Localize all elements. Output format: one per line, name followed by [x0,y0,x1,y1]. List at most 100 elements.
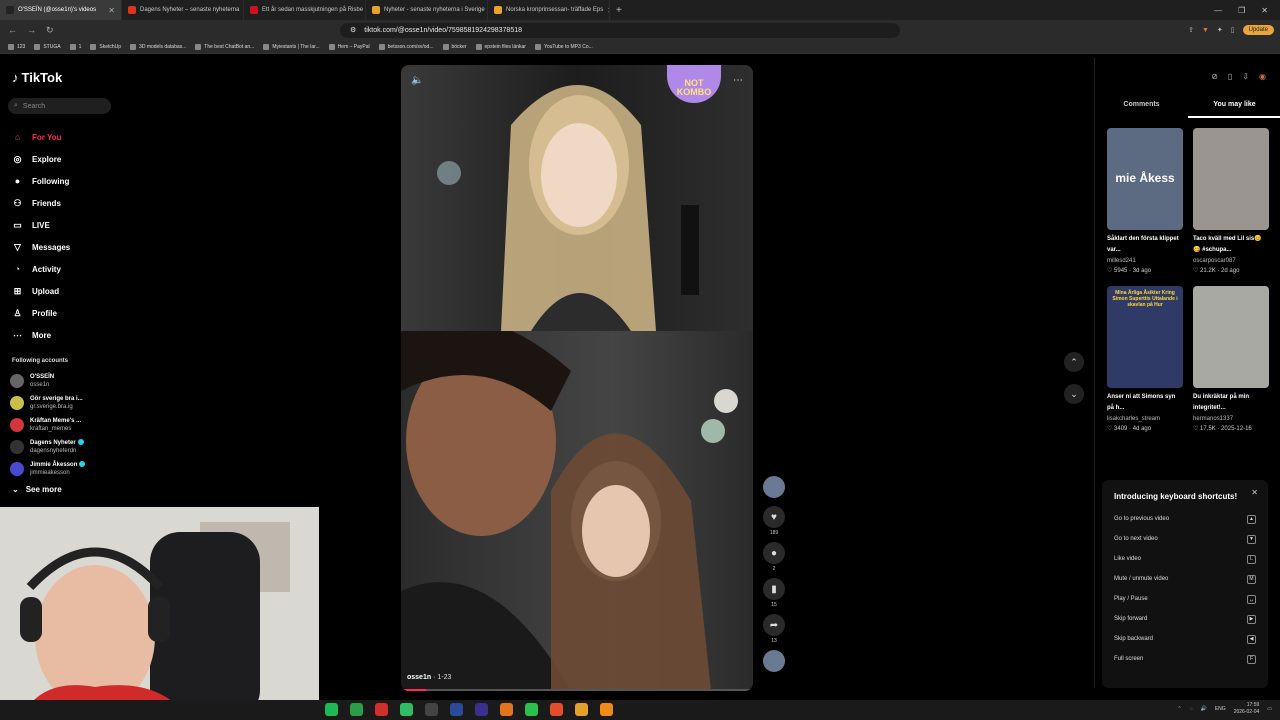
reload-icon[interactable]: ↻ [46,25,54,36]
back-icon[interactable]: ← [8,25,17,36]
nav-item-activity[interactable]: ◔ Activity [12,258,122,280]
bookmark-item[interactable]: STUGA [34,43,61,50]
nav-item-following[interactable]: ● Following [12,170,122,192]
comment-action[interactable]: ● 2 [760,542,788,572]
tab-comments[interactable]: Comments [1095,98,1188,118]
extensions-icon[interactable]: ✦ [1217,26,1223,34]
chrome-icon[interactable] [375,703,388,716]
folder-icon[interactable] [500,703,513,716]
bookmark-item[interactable]: 3D models databas... [130,43,186,50]
video-user[interactable]: millesd241 [1107,256,1183,266]
nav-item-profile[interactable]: ♙ Profile [12,302,122,324]
nav-item-live[interactable]: ▭ LIVE [12,214,122,236]
video-thumbnail[interactable]: Mina Ärliga Åsikter Kring Simon Supertti… [1107,286,1183,388]
tab-close-icon[interactable]: ✕ [108,6,115,15]
bookmark-item[interactable]: The best ChatBot an... [195,43,254,50]
video-thumbnail[interactable] [1193,286,1269,388]
bottom-avatar[interactable] [760,650,788,672]
bookmark-item[interactable]: Hem – PayPal [328,43,370,50]
photoshop-icon[interactable] [450,703,463,716]
browser-tab[interactable]: Ett år sedan masskjutningen på Risbe✕ [244,0,366,20]
bookmark-item[interactable]: YouTube to MP3 Co... [534,43,593,50]
heart-icon[interactable]: ♥ [763,506,785,528]
following-account[interactable]: Gör sverige bra i... gr.sverige.bra.ig [10,392,125,414]
no-entry-icon[interactable]: ⊘ [1211,72,1218,81]
share-action[interactable]: ➦ 13 [760,614,788,644]
video-author[interactable]: osse1n [407,674,431,681]
premiere-icon[interactable] [475,703,488,716]
see-more-button[interactable]: ⌄ See more [12,485,62,494]
volume-icon[interactable]: 🔈 [411,75,423,86]
speaker-icon[interactable]: 🔊 [1201,706,1207,712]
nav-item-messages[interactable]: ▽ Messages [12,236,122,258]
close-icon[interactable]: ✕ [1251,488,1258,497]
following-account[interactable]: Kräftan Meme's ... kraftan_memes [10,414,125,436]
video-user[interactable]: oscarposcar087 [1193,256,1269,266]
notifications-icon[interactable]: ▭ [1267,706,1272,712]
recommended-video-card[interactable]: mie Åkess Såklart den första klippet var.… [1107,128,1183,276]
nav-item-explore[interactable]: ◎ Explore [12,148,122,170]
video-user[interactable]: lisakcharles_stream [1107,414,1183,424]
brave-shield-icon[interactable]: ▼ [1202,27,1209,34]
wifi-icon[interactable]: ◌ [1190,706,1193,712]
language-indicator[interactable]: ENG [1215,706,1226,712]
vlc-icon[interactable] [600,703,613,716]
video-player[interactable]: NOT KOMBO 🔈 ⋯ osse1n · 1-23 [401,65,753,691]
video-user[interactable]: hermanos1337 [1193,414,1269,424]
tray-arrow-icon[interactable]: ⌃ [1177,706,1181,712]
user-avatar[interactable]: ◉ [1259,72,1266,81]
recommended-video-card[interactable]: Du inkräktar på min integritet!... herman… [1193,286,1269,434]
maximize-icon[interactable]: ❐ [1238,6,1245,15]
sidebar-icon[interactable]: ▯ [1231,26,1235,34]
following-account[interactable]: Dagens Nyheter dagensnyheterdn [10,436,125,458]
forward-icon[interactable]: → [27,25,36,36]
bookmark-item[interactable]: SketchUp [90,43,121,50]
bookmark-item[interactable]: 123 [8,43,25,50]
share-page-icon[interactable]: ⇪ [1188,26,1194,34]
more-options-icon[interactable]: ⋯ [733,75,743,86]
sheets-icon[interactable] [525,703,538,716]
clock[interactable]: 17:59 2026-02-04 [1234,702,1260,716]
nav-item-more[interactable]: ⋯ More [12,324,122,346]
previous-video-button[interactable]: ⌃ [1064,352,1084,372]
bookmark-item[interactable]: 1 [69,43,81,50]
comment-icon[interactable]: ● [763,542,785,564]
chrome-alt-icon[interactable] [575,703,588,716]
following-account[interactable]: O'SSEÏN osse1n [10,370,125,392]
recommended-video-card[interactable]: Taco kväll med Lil sis😊 😋 #schupa... osca… [1193,128,1269,276]
site-info-icon[interactable]: ⚙ [350,26,356,34]
heart-action[interactable]: ♥ 189 [760,506,788,536]
video-progress-bar[interactable] [401,689,753,691]
author-avatar-icon[interactable] [763,650,785,672]
browser-tab[interactable]: Dagens Nyheter – senaste nyheterna✕ [122,0,244,20]
phone-icon[interactable]: ▯ [1228,72,1232,81]
nav-item-for-you[interactable]: ⌂ For You [12,126,122,148]
minimize-icon[interactable]: — [1214,6,1222,15]
url-field[interactable]: ⚙ tiktok.com/@osse1n/video/7598581924298… [340,22,900,38]
author-avatar-icon[interactable] [763,476,785,498]
tiktok-logo[interactable]: ♪ TikTok [12,70,62,85]
nav-item-friends[interactable]: ⚇ Friends [12,192,122,214]
bookmark-item[interactable]: Myiestants | The lar... [263,43,320,50]
terminal-icon[interactable] [425,703,438,716]
recommended-video-card[interactable]: Mina Ärliga Åsikter Kring Simon Supertti… [1107,286,1183,434]
video-thumbnail[interactable]: mie Åkess [1107,128,1183,230]
bookmark-item[interactable]: betsson.com/sv/od... [378,43,434,50]
share-icon[interactable]: ➦ [763,614,785,636]
new-tab-button[interactable]: + [610,5,628,16]
bookmark-action[interactable]: ▮ 15 [760,578,788,608]
browser-tab[interactable]: Norska kronprinsessan- träffade Eps✕ [488,0,610,20]
spotify-icon[interactable] [325,703,338,716]
tab-you-may-like[interactable]: You may like [1188,98,1280,118]
whatsapp-icon[interactable] [350,703,363,716]
bookmark-icon[interactable]: ▮ [763,578,785,600]
author-avatar-action[interactable] [760,476,788,500]
brave-icon[interactable] [550,703,563,716]
video-thumbnail[interactable] [1193,128,1269,230]
browser-tab[interactable]: Nyheter - senaste nyheterna i Sverige✕ [366,0,488,20]
update-button[interactable]: Update [1242,25,1274,35]
download-icon[interactable]: ⇩ [1242,72,1249,81]
close-window-icon[interactable]: ✕ [1261,6,1268,15]
bookmark-item[interactable]: böcker [442,43,467,50]
search-input[interactable]: ⌕ Search [8,98,111,114]
